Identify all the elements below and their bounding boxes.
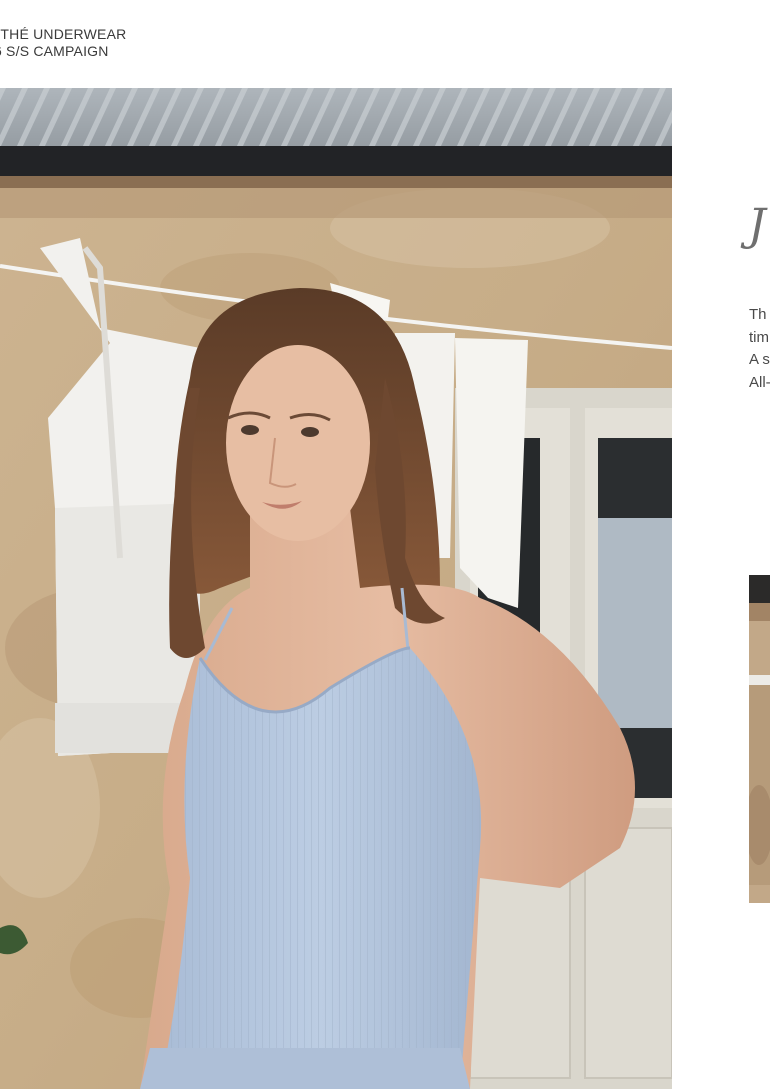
description-line: tim: [749, 328, 769, 346]
campaign-photo-illustration: [0, 88, 672, 1089]
description-line: A s: [749, 351, 770, 368]
description-line: All-: [749, 373, 770, 391]
brand-name: RITHÉ UNDERWEAR: [0, 26, 127, 42]
collection-description: Th tim A s All-: [749, 304, 770, 394]
campaign-thumbnail-photo-icon: [749, 575, 770, 903]
campaign-caption: RITHÉ UNDERWEAR 26 S/S CAMPAIGN: [0, 26, 126, 60]
campaign-page: RITHÉ UNDERWEAR 26 S/S CAMPAIGN: [0, 0, 770, 1089]
description-line: Th: [749, 306, 767, 323]
hero-campaign-photo: [0, 88, 672, 1089]
campaign-thumbnail[interactable]: [749, 575, 770, 903]
campaign-season: 26 S/S CAMPAIGN: [0, 43, 109, 59]
collection-script-title: J: [748, 200, 766, 251]
